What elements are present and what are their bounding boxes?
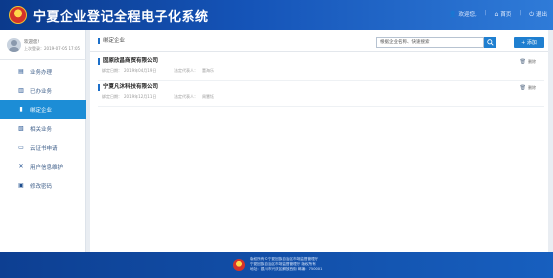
- legal-rep: 周慧钰: [202, 94, 214, 99]
- sidebar-nav: ▤ 业务办理 ▥ 已办业务 ▮ 绑定企业 ▧ 相关业务 ▭ 云证书申请 ✕ 用户…: [0, 62, 86, 195]
- sidebar-item-password[interactable]: ▣ 修改密码: [0, 176, 86, 195]
- welcome-text: 欢迎您!: [24, 40, 40, 45]
- building-icon: ▮: [19, 106, 23, 113]
- site-title: 宁夏企业登记全程电子化系统: [33, 10, 209, 25]
- sidebar-item-bind-company[interactable]: ▮ 绑定企业: [0, 100, 86, 119]
- document-icon: ▤: [18, 68, 24, 75]
- delete-button[interactable]: 🗑 删除: [520, 85, 536, 91]
- user-icon: 👤: [448, 11, 457, 18]
- home-link[interactable]: ⌂ 首页: [495, 10, 512, 19]
- tools-icon: ✕: [18, 163, 24, 170]
- sidebar: 欢迎您! 上次登录：2019-07-05 17:05 ▤ 业务办理 ▥ 已办业务…: [0, 30, 86, 252]
- last-login-text: 上次登录：2019-07-05 17:05: [24, 46, 81, 51]
- sidebar-item-label: 修改密码: [30, 183, 53, 190]
- sidebar-item-completed[interactable]: ▥ 已办业务: [0, 81, 86, 100]
- home-icon: ⌂: [494, 11, 499, 18]
- main-header: 绑定企业 + 添加: [90, 30, 548, 52]
- footer-text: 版权所有©宁夏回族自治区市场监督管理厅 宁夏回族自治区市场监督管理厅 版权所有 …: [250, 257, 322, 272]
- sidebar-item-label: 用户信息维护: [30, 164, 64, 171]
- rep-label: 法定代表人：: [174, 94, 198, 99]
- list-item: 宁夏凡沐科技有限公司 绑定日期： 2019年12月11日 法定代表人： 周慧钰 …: [98, 81, 544, 107]
- sidebar-item-related[interactable]: ▧ 相关业务: [0, 119, 86, 138]
- main-panel: 绑定企业 + 添加 固原欣昌商贸有限公司 绑定日期： 2019年04月19日 法…: [90, 30, 548, 252]
- footer-line: 地址：银川市兴庆区解放西街 邮编：750001: [250, 267, 323, 271]
- page-title: 绑定企业: [98, 38, 125, 44]
- lock-icon: ▣: [18, 182, 24, 189]
- sidebar-item-user-info[interactable]: ✕ 用户信息维护: [0, 157, 86, 176]
- sidebar-item-label: 已办业务: [30, 88, 53, 95]
- delete-button[interactable]: 🗑 删除: [520, 59, 536, 65]
- date-label: 绑定日期：: [102, 68, 122, 73]
- footer: 版权所有©宁夏回族自治区市场监督管理厅 宁夏回族自治区市场监督管理厅 版权所有 …: [0, 252, 553, 278]
- bar-chart-icon: ▥: [18, 87, 24, 94]
- sidebar-item-label: 业务办理: [30, 69, 53, 76]
- emblem-logo-icon: [9, 6, 27, 24]
- bind-date: 2019年04月19日: [124, 68, 157, 73]
- legal-rep: 董海乐: [202, 68, 214, 73]
- company-name[interactable]: 宁夏凡沐科技有限公司: [98, 84, 158, 91]
- certificate-icon: ▭: [18, 144, 24, 151]
- power-icon: ⏻: [529, 11, 534, 18]
- top-header: 宁夏企业登记全程电子化系统 👤 欢迎您, | ⌂ 首页 | ⏻ 退出: [0, 0, 553, 30]
- search-input[interactable]: [376, 37, 484, 48]
- bind-date: 2019年12月11日: [124, 94, 157, 99]
- sidebar-item-certificate[interactable]: ▭ 云证书申请: [0, 138, 86, 157]
- logout-link[interactable]: ⏻ 退出: [529, 10, 547, 19]
- add-button[interactable]: + 添加: [514, 37, 544, 48]
- list-item: 固原欣昌商贸有限公司 绑定日期： 2019年04月19日 法定代表人： 董海乐 …: [98, 55, 544, 81]
- sidebar-item-label: 绑定企业: [30, 107, 53, 114]
- sidebar-item-business[interactable]: ▤ 业务办理: [0, 62, 86, 81]
- date-label: 绑定日期：: [102, 94, 122, 99]
- sidebar-item-label: 相关业务: [30, 126, 53, 133]
- sidebar-item-label: 云证书申请: [30, 145, 58, 152]
- search-icon: [486, 39, 494, 46]
- trash-icon: 🗑: [519, 59, 526, 65]
- folder-icon: ▧: [18, 125, 24, 132]
- header-separator: |: [484, 10, 487, 16]
- search-button[interactable]: [484, 37, 496, 48]
- header-separator: |: [519, 10, 522, 16]
- avatar: [7, 38, 21, 52]
- company-name[interactable]: 固原欣昌商贸有限公司: [98, 58, 158, 65]
- trash-icon: 🗑: [519, 85, 526, 91]
- user-box: 欢迎您! 上次登录：2019-07-05 17:05: [0, 30, 86, 60]
- rep-label: 法定代表人：: [174, 68, 198, 73]
- emblem-logo-icon: [233, 259, 245, 271]
- user-greeting[interactable]: 👤 欢迎您,: [449, 10, 477, 19]
- header-links: 👤 欢迎您, | ⌂ 首页 | ⏻ 退出: [449, 10, 547, 19]
